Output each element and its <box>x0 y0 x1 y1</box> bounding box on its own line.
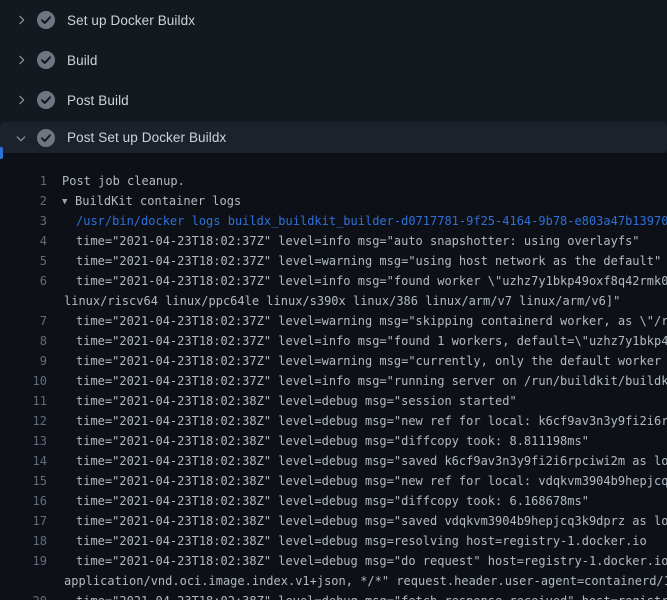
log-line-number <box>0 291 47 311</box>
log-row: 6 time="2021-04-23T18:02:37Z" level=info … <box>0 271 667 291</box>
log-row: 9 time="2021-04-23T18:02:37Z" level=warni… <box>0 351 667 371</box>
log-text: time="2021-04-23T18:02:38Z" level=debug … <box>76 511 667 531</box>
log-text: time="2021-04-23T18:02:37Z" level=info m… <box>76 231 640 251</box>
log-text: time="2021-04-23T18:02:38Z" level=debug … <box>76 471 667 491</box>
log-line-number[interactable]: 14 <box>0 451 47 471</box>
log-text: time="2021-04-23T18:02:37Z" level=info m… <box>76 371 667 391</box>
log-row: 14 time="2021-04-23T18:02:38Z" level=debu… <box>0 451 667 471</box>
log-area: 1 Post job cleanup. 2 ▼BuildKit container l… <box>0 153 667 600</box>
log-line-number[interactable]: 1 <box>0 171 47 191</box>
step-label: Build <box>67 53 98 68</box>
log-row: 13 time="2021-04-23T18:02:38Z" level=debu… <box>0 431 667 451</box>
log-line-number[interactable]: 4 <box>0 231 47 251</box>
log-row: 18 time="2021-04-23T18:02:38Z" level=debu… <box>0 531 667 551</box>
log-text: time="2021-04-23T18:02:37Z" level=info m… <box>76 271 667 291</box>
check-circle-icon <box>37 129 55 147</box>
log-text: time="2021-04-23T18:02:37Z" level=warnin… <box>76 251 661 271</box>
log-line-number[interactable]: 7 <box>0 311 47 331</box>
log-text: ▼BuildKit container logs <box>62 191 241 211</box>
log-group-title[interactable]: BuildKit container logs <box>75 194 241 208</box>
log-text: time="2021-04-23T18:02:37Z" level=warnin… <box>76 311 667 331</box>
triangle-down-icon[interactable]: ▼ <box>62 192 75 212</box>
log-text: time="2021-04-23T18:02:38Z" level=debug … <box>76 431 589 451</box>
log-row: 2 ▼BuildKit container logs <box>0 191 667 211</box>
log-line-number[interactable]: 20 <box>0 591 47 600</box>
log-line-number[interactable]: 5 <box>0 251 47 271</box>
check-circle-icon <box>37 91 55 109</box>
accent-bar <box>0 147 3 159</box>
chevron-down-icon[interactable] <box>14 131 28 145</box>
log-line-number[interactable]: 2 <box>0 191 47 211</box>
log-row: 20 time="2021-04-23T18:02:38Z" level=debu… <box>0 591 667 600</box>
log-line-number[interactable]: 12 <box>0 411 47 431</box>
log-line-number[interactable]: 19 <box>0 551 47 571</box>
step-label: Set up Docker Buildx <box>67 13 195 28</box>
log-line-number[interactable]: 18 <box>0 531 47 551</box>
step-row-set-up-docker-buildx[interactable]: Set up Docker Buildx <box>0 0 667 40</box>
log-row: 4 time="2021-04-23T18:02:37Z" level=info … <box>0 231 667 251</box>
log-row: 1 Post job cleanup. <box>0 171 667 191</box>
log-line-number[interactable]: 10 <box>0 371 47 391</box>
log-line-number[interactable]: 3 <box>0 211 47 231</box>
log-text: time="2021-04-23T18:02:38Z" level=debug … <box>76 411 667 431</box>
log-row: 7 time="2021-04-23T18:02:37Z" level=warni… <box>0 311 667 331</box>
log-row: 15 time="2021-04-23T18:02:38Z" level=debu… <box>0 471 667 491</box>
chevron-right-icon[interactable] <box>14 13 28 27</box>
log-row: 10 time="2021-04-23T18:02:37Z" level=info… <box>0 371 667 391</box>
log-line-number[interactable]: 8 <box>0 331 47 351</box>
chevron-right-icon[interactable] <box>14 93 28 107</box>
log-text: Post job cleanup. <box>62 171 185 191</box>
check-circle-icon <box>37 51 55 69</box>
step-label: Post Set up Docker Buildx <box>67 130 226 145</box>
step-row-post-set-up-docker-buildx[interactable]: Post Set up Docker Buildx <box>0 122 667 153</box>
log-text: time="2021-04-23T18:02:38Z" level=debug … <box>76 591 667 600</box>
steps-list: Set up Docker Buildx Build Post Build Post … <box>0 0 667 153</box>
log-line-number[interactable]: 16 <box>0 491 47 511</box>
check-circle-icon <box>37 11 55 29</box>
log-row: 3/usr/bin/docker logs buildx_buildkit_bu… <box>0 211 667 231</box>
log-line-number[interactable]: 13 <box>0 431 47 451</box>
log-row: 19 time="2021-04-23T18:02:38Z" level=debu… <box>0 551 667 571</box>
log-line-number[interactable]: 6 <box>0 271 47 291</box>
log-text: time="2021-04-23T18:02:38Z" level=debug … <box>76 451 667 471</box>
log-text: application/vnd.oci.image.index.v1+json,… <box>64 571 667 591</box>
log-text: time="2021-04-23T18:02:38Z" level=debug … <box>76 491 589 511</box>
log-text: time="2021-04-23T18:02:37Z" level=info m… <box>76 331 667 351</box>
actions-log-viewer: { "colors": { "page_bg": "#14181f", "exp… <box>0 0 667 600</box>
chevron-right-icon[interactable] <box>14 53 28 67</box>
log-row: linux/riscv64 linux/ppc64le linux/s390x … <box>0 291 667 311</box>
step-row-post-build[interactable]: Post Build <box>0 80 667 120</box>
log-text: time="2021-04-23T18:02:38Z" level=debug … <box>76 531 647 551</box>
step-row-build[interactable]: Build <box>0 40 667 80</box>
log-command-text: /usr/bin/docker logs buildx_buildkit_bui… <box>76 211 667 231</box>
log-text: time="2021-04-23T18:02:37Z" level=warnin… <box>76 351 667 371</box>
log-text: linux/riscv64 linux/ppc64le linux/s390x … <box>64 291 620 311</box>
log-row: 12 time="2021-04-23T18:02:38Z" level=debu… <box>0 411 667 431</box>
log-row: 8 time="2021-04-23T18:02:37Z" level=info … <box>0 331 667 351</box>
log-line-number[interactable]: 9 <box>0 351 47 371</box>
log-row: 5 time="2021-04-23T18:02:37Z" level=warni… <box>0 251 667 271</box>
log-row: application/vnd.oci.image.index.v1+json,… <box>0 571 667 591</box>
log-text: time="2021-04-23T18:02:38Z" level=debug … <box>76 391 517 411</box>
log-line-number[interactable]: 11 <box>0 391 47 411</box>
log-row: 16 time="2021-04-23T18:02:38Z" level=debu… <box>0 491 667 511</box>
log-row: 17 time="2021-04-23T18:02:38Z" level=debu… <box>0 511 667 531</box>
log-line-number[interactable]: 17 <box>0 511 47 531</box>
log-line-number <box>0 571 47 591</box>
log-line-number[interactable]: 15 <box>0 471 47 491</box>
step-label: Post Build <box>67 93 129 108</box>
log-text: time="2021-04-23T18:02:38Z" level=debug … <box>76 551 667 571</box>
log-row: 11 time="2021-04-23T18:02:38Z" level=debu… <box>0 391 667 411</box>
